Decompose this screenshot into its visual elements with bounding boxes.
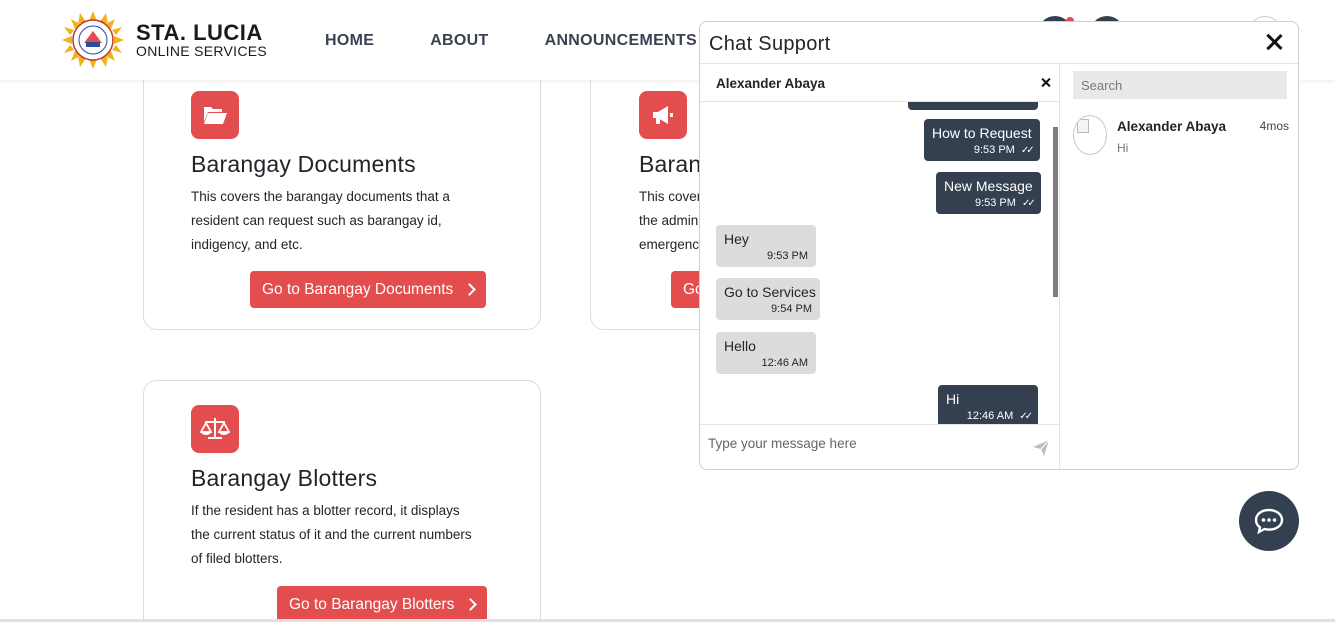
- message-composer: [700, 424, 1060, 469]
- message-time: 9:53 PM: [767, 250, 808, 262]
- search-input[interactable]: [1073, 71, 1287, 99]
- card-title: Barangay Blotters: [191, 465, 378, 491]
- chat-support-panel: Chat Support Alexander Abaya How to Requ…: [699, 21, 1299, 470]
- message-input[interactable]: [708, 433, 1008, 453]
- message-text: New Message: [944, 178, 1033, 194]
- contacts-pane: Alexander Abaya 4mos Hi: [1061, 65, 1298, 469]
- nav-about[interactable]: ABOUT: [430, 32, 488, 50]
- card-description: This covers the barangay documents that …: [191, 185, 491, 257]
- contact-name: Alexander Abaya: [1117, 119, 1227, 134]
- message-meta: 9:53 PM ✓✓: [944, 197, 1036, 209]
- card-title: Baran: [639, 151, 702, 177]
- card-desc-line: resident can request such as barangay id…: [191, 213, 442, 228]
- folder-open-icon: [191, 91, 239, 139]
- card-barangay-blotters: Barangay Blotters If the resident has a …: [143, 380, 541, 622]
- go-to-barangay-blotters-button[interactable]: Go to Barangay Blotters: [277, 586, 488, 622]
- message-list[interactable]: How to Request 9:53 PM ✓✓ New Message 9:5…: [700, 102, 1060, 424]
- message-text: Hi: [946, 391, 960, 407]
- double-check-icon: ✓✓: [1020, 145, 1035, 156]
- card-desc-line: If the resident has a blotter record, it…: [191, 503, 460, 518]
- message-meta: 9:53 PM ✓✓: [932, 144, 1035, 156]
- avatar: [1073, 115, 1107, 155]
- chevron-right-icon: [464, 598, 478, 611]
- scrollbar-thumb[interactable]: [1053, 127, 1058, 297]
- button-label: Go to Barangay Documents: [262, 280, 454, 298]
- contact-preview: Hi: [1117, 141, 1129, 155]
- scale-balance-icon: [191, 405, 239, 453]
- message-bubble: How to Request 9:53 PM ✓✓: [924, 119, 1040, 161]
- page: STA. LUCIA ONLINE SERVICES HOME ABOUT AN…: [0, 0, 1335, 622]
- message-bubble: Hey 9:53 PM: [716, 225, 816, 267]
- brand-name: STA. LUCIA ONLINE SERVICES: [136, 20, 268, 59]
- close-icon[interactable]: [1264, 32, 1284, 52]
- message-time: 12:46 AM: [966, 410, 1014, 422]
- card-desc-line: of filed blotters.: [191, 551, 283, 566]
- barangay-seal-logo[interactable]: [58, 11, 128, 69]
- message-meta: 12:46 AM ✓✓: [946, 410, 1033, 422]
- message-time: 9:53 PM: [974, 197, 1016, 209]
- message-time: 9:54 PM: [771, 303, 812, 315]
- message-bubble: Hello 12:46 AM: [716, 332, 816, 374]
- conversation-header: Alexander Abaya: [700, 65, 1059, 102]
- go-to-barangay-documents-button[interactable]: Go to Barangay Documents: [250, 271, 487, 308]
- brand-subtitle: ONLINE SERVICES: [136, 43, 268, 59]
- card-desc-line: the current status of it and the current…: [191, 527, 472, 542]
- button-label: Go to Barangay Blotters: [289, 595, 455, 613]
- chat-header: Chat Support: [700, 22, 1298, 64]
- conversation-pane: Alexander Abaya How to Request 9:53 PM ✓✓…: [700, 65, 1060, 469]
- nav-announcements[interactable]: ANNOUNCEMENTS: [545, 32, 697, 50]
- message-text: Hello: [724, 338, 756, 354]
- main-nav: HOME ABOUT ANNOUNCEMENTS: [325, 32, 753, 50]
- nav-home[interactable]: HOME: [325, 32, 374, 50]
- broken-image-icon: [1077, 119, 1089, 133]
- message-bubble: New Message 9:53 PM ✓✓: [936, 172, 1041, 214]
- message-time: 12:46 AM: [761, 357, 808, 369]
- send-icon[interactable]: [1032, 439, 1050, 457]
- double-check-icon: ✓✓: [1019, 411, 1033, 422]
- card-barangay-documents: Barangay Documents This covers the baran…: [143, 52, 541, 330]
- chat-title: Chat Support: [709, 33, 831, 55]
- chevron-right-icon: [463, 283, 477, 296]
- card-description: If the resident has a blotter record, it…: [191, 499, 511, 571]
- contact-time: 4mos: [1259, 119, 1289, 133]
- message-text: How to Request: [932, 125, 1032, 141]
- message-bubble: Go to Services 9:54 PM: [716, 278, 820, 320]
- chat-bubble-icon: [1254, 508, 1284, 535]
- message-text: Hey: [724, 231, 749, 247]
- conversation-name: Alexander Abaya: [716, 76, 826, 91]
- contact-item[interactable]: Alexander Abaya 4mos Hi: [1073, 115, 1289, 159]
- chat-toggle-button[interactable]: [1239, 491, 1299, 551]
- message-bubble-partial: [908, 102, 1038, 110]
- message-text: Go to Services: [724, 284, 816, 300]
- card-desc-line: indigency, and etc.: [191, 237, 303, 252]
- megaphone-icon: [639, 91, 687, 139]
- message-time: 9:53 PM: [973, 144, 1015, 156]
- close-conversation-icon[interactable]: [1040, 77, 1051, 88]
- brand-title: STA. LUCIA: [136, 20, 263, 45]
- card-title: Barangay Documents: [191, 151, 416, 177]
- message-bubble: Hi 12:46 AM ✓✓: [938, 385, 1038, 424]
- message-scrollbar[interactable]: [1053, 127, 1058, 422]
- card-desc-line: This covers the barangay documents that …: [191, 189, 450, 204]
- double-check-icon: ✓✓: [1021, 198, 1036, 209]
